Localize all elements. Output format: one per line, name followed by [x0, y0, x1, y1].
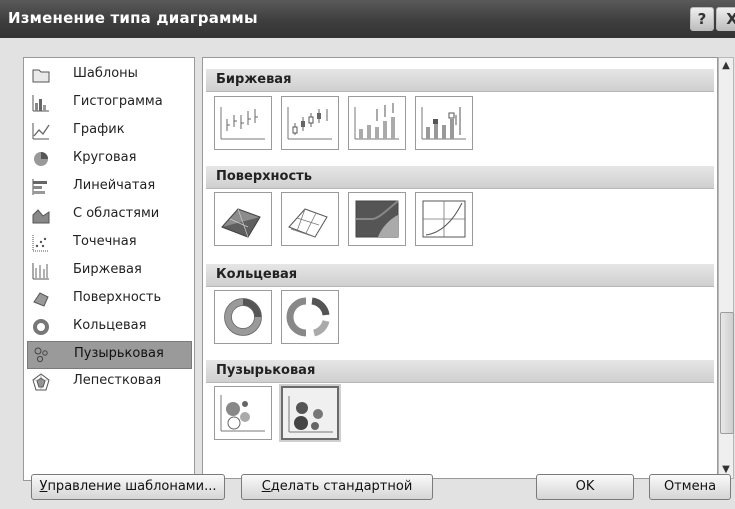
bubble-3d-icon — [288, 396, 333, 433]
cancel-button[interactable]: Отмена — [649, 474, 731, 500]
set-as-default-button[interactable]: Сделать стандартной — [241, 474, 433, 500]
category-label: Поверхность — [73, 290, 162, 305]
ok-button[interactable]: OK — [536, 474, 634, 500]
category-line[interactable]: График — [27, 118, 190, 144]
category-label: Точечная — [73, 234, 137, 249]
section-header-stock: Биржевая — [206, 69, 714, 92]
category-label: Шаблоны — [73, 66, 138, 81]
section-title: Пузырьковая — [216, 363, 316, 378]
category-templates[interactable]: Шаблоны — [27, 62, 190, 88]
bubble-thumb-1[interactable] — [214, 386, 272, 440]
surface-contour-wire-icon — [422, 200, 466, 238]
category-label: Гистограмма — [73, 94, 163, 109]
scroll-up-icon[interactable]: ▲ — [719, 58, 733, 74]
category-label: Биржевая — [73, 262, 142, 277]
exploded-doughnut-icon — [286, 297, 330, 337]
surface-thumb-1[interactable] — [214, 192, 272, 246]
section-header-surface: Поверхность — [206, 166, 714, 189]
surface-3d-icon — [221, 208, 261, 238]
surface-thumb-4[interactable] — [415, 192, 473, 246]
stock-thumb-1[interactable] — [214, 96, 272, 150]
section-title: Биржевая — [216, 72, 292, 87]
section-title: Поверхность — [216, 169, 312, 184]
dialog-body: Шаблоны Гистограмма График Круговая Лине… — [0, 38, 735, 509]
button-label: правление шаблонами... — [47, 479, 217, 494]
category-area[interactable]: С областями — [27, 202, 190, 228]
category-bar[interactable]: Линейчатая — [27, 174, 190, 200]
pie-chart-icon — [34, 152, 48, 166]
bar-chart-icon — [32, 179, 47, 195]
category-label: Пузырьковая — [74, 346, 164, 361]
doughnut-chart-icon — [33, 319, 49, 335]
stock-hlc-icon — [220, 107, 265, 140]
bubble-chart-icon — [34, 347, 48, 363]
section-header-bubble: Пузырьковая — [206, 360, 714, 383]
gallery-scrollbar[interactable]: ▲ ▼ — [718, 57, 734, 479]
manage-templates-button[interactable]: Управление шаблонами... — [31, 474, 225, 500]
category-label: Круговая — [73, 150, 137, 165]
scroll-thumb[interactable] — [720, 312, 734, 434]
doughnut-icon — [224, 298, 262, 336]
category-label: Лепестковая — [73, 373, 162, 388]
category-surface[interactable]: Поверхность — [27, 286, 190, 312]
surface-contour-icon — [355, 200, 399, 238]
stock-thumb-2[interactable] — [281, 96, 339, 150]
surface-thumb-2[interactable] — [281, 192, 339, 246]
help-button[interactable]: ? — [690, 7, 714, 31]
stock-volume-icon — [354, 103, 399, 140]
surface-chart-icon — [33, 292, 49, 307]
stock-ohlc-icon — [287, 107, 332, 140]
category-pie[interactable]: Круговая — [27, 146, 190, 172]
stock-chart-icon — [32, 263, 49, 280]
surface-wireframe-icon — [288, 208, 328, 238]
dialog-title: Изменение типа диаграммы — [8, 9, 258, 27]
close-button[interactable]: X — [716, 7, 735, 31]
category-label: Линейчатая — [73, 178, 156, 193]
category-label: Кольцевая — [73, 318, 147, 333]
area-chart-icon — [32, 209, 50, 224]
category-bubble[interactable]: Пузырьковая — [27, 341, 192, 369]
column-chart-icon — [32, 95, 49, 112]
category-doughnut[interactable]: Кольцевая — [27, 314, 190, 340]
category-column[interactable]: Гистограмма — [27, 90, 190, 116]
chart-gallery: Биржевая Поверхность Кольцевая Пузырьков… — [202, 57, 718, 479]
section-header-doughnut: Кольцевая — [206, 264, 714, 287]
button-label: делать стандартной — [270, 479, 413, 494]
folder-icon — [32, 69, 50, 83]
title-bar: Изменение типа диаграммы ? X — [0, 0, 735, 38]
access-key: С — [261, 479, 271, 494]
surface-thumb-3[interactable] — [348, 192, 406, 246]
scatter-chart-icon — [32, 235, 49, 252]
category-scatter[interactable]: Точечная — [27, 230, 190, 256]
change-chart-type-dialog: Изменение типа диаграммы ? X Шаблоны Гис… — [0, 0, 735, 509]
section-title: Кольцевая — [216, 267, 298, 282]
bubble-icon — [220, 395, 265, 432]
category-label: График — [73, 122, 125, 137]
doughnut-thumb-2[interactable] — [281, 290, 339, 344]
bubble-thumb-2-selected[interactable] — [281, 386, 339, 440]
radar-chart-icon — [32, 373, 50, 391]
category-stock[interactable]: Биржевая — [27, 258, 190, 284]
stock-thumb-3[interactable] — [348, 96, 406, 150]
stock-thumb-4[interactable] — [415, 96, 473, 150]
chart-category-list: Шаблоны Гистограмма График Круговая Лине… — [23, 57, 195, 481]
category-radar[interactable]: Лепестковая — [27, 369, 190, 395]
stock-volume-ohlc-icon — [421, 107, 466, 140]
category-label: С областями — [73, 206, 160, 221]
doughnut-thumb-1[interactable] — [214, 290, 272, 344]
line-chart-icon — [32, 123, 50, 140]
